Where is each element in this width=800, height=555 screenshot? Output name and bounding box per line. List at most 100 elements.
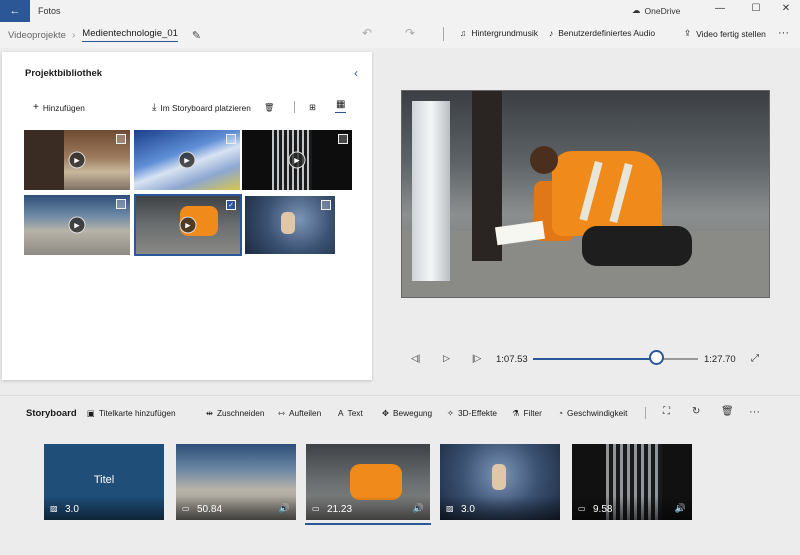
split-icon: ⇿	[278, 408, 285, 418]
custom-audio-button[interactable]: ♪ Benutzerdefiniertes Audio	[549, 28, 655, 38]
plus-icon: +	[33, 102, 39, 113]
3d-effects-label: 3D-Effekte	[457, 408, 497, 418]
select-checkbox[interactable]	[338, 134, 348, 144]
large-grid-view-icon[interactable]: ⊞	[309, 102, 316, 112]
library-thumbnail-selected[interactable]: ▶ ✓	[134, 194, 242, 256]
close-button[interactable]: ✕	[776, 3, 796, 14]
storyboard-more-button[interactable]: ···	[749, 406, 760, 418]
finish-video-label: Video fertig stellen	[696, 28, 766, 39]
preview-worker-vest	[552, 151, 662, 236]
title-card-text: Titel	[93, 474, 115, 486]
select-checkbox[interactable]	[226, 134, 236, 144]
undo-icon[interactable]: ↶	[362, 26, 372, 40]
preview-worker-head	[530, 146, 558, 174]
project-name[interactable]: Medientechnologie_01	[82, 28, 178, 42]
title-card-icon: ▣	[87, 408, 95, 418]
motion-icon: ✥	[382, 408, 389, 418]
selected-clip-indicator	[305, 523, 431, 525]
library-thumbnail[interactable]	[245, 196, 335, 254]
image-icon: ▨	[446, 504, 454, 513]
custom-audio-label: Benutzerdefiniertes Audio	[558, 28, 656, 38]
select-checkbox[interactable]	[321, 200, 331, 210]
delete-trash-icon[interactable]: 🗑	[264, 102, 275, 113]
fullscreen-expand-icon[interactable]: ⤢	[751, 353, 759, 364]
cloud-icon: ☁	[632, 5, 641, 15]
3d-effects-button[interactable]: ✧ 3D-Effekte	[447, 408, 497, 418]
split-button[interactable]: ⇿ Aufteilen	[278, 408, 321, 418]
3d-effects-icon: ✧	[447, 408, 454, 418]
speaker-icon[interactable]: 🔊	[413, 503, 424, 514]
library-thumbnail[interactable]: ▶	[134, 130, 240, 190]
library-divider	[294, 101, 295, 113]
previous-frame-icon[interactable]: ◁|	[411, 353, 420, 364]
place-in-storyboard-button[interactable]: ⤓ Im Storyboard platzieren	[152, 102, 251, 113]
video-preview[interactable]	[401, 90, 770, 298]
select-checkbox[interactable]	[116, 134, 126, 144]
more-options-button[interactable]: ···	[778, 27, 789, 39]
music-note-icon: ♫	[460, 28, 467, 38]
clip-duration: 21.23	[327, 504, 353, 515]
add-title-card-button[interactable]: ▣ Titelkarte hinzufügen	[87, 408, 176, 418]
back-button[interactable]: ←	[0, 0, 30, 22]
trim-icon: ⇹	[206, 408, 213, 418]
export-icon: ⇪	[684, 28, 692, 38]
small-grid-view-icon[interactable]: ▦	[335, 99, 347, 113]
speaker-icon[interactable]: 🔊	[675, 503, 686, 514]
library-thumbnail[interactable]: ▶	[242, 130, 352, 190]
thumb-scene-shape	[24, 130, 64, 190]
select-checkbox-checked[interactable]: ✓	[226, 200, 236, 210]
trim-label: Zuschneiden	[216, 408, 265, 418]
current-time: 1:07.53	[496, 354, 528, 365]
speed-label: Geschwindigkeit	[567, 408, 628, 418]
trim-button[interactable]: ⇹ Zuschneiden	[206, 408, 264, 418]
add-media-label: Hinzufügen	[42, 102, 85, 113]
seek-slider-handle[interactable]	[648, 350, 664, 365]
speed-button[interactable]: ◔ Geschwindigkeit	[558, 408, 627, 418]
minimize-button[interactable]: —	[710, 3, 730, 14]
add-media-button[interactable]: + Hinzufügen	[33, 102, 85, 113]
place-in-storyboard-label: Im Storyboard platzieren	[160, 102, 251, 113]
storyboard-clip-image[interactable]: ▨ 3.0	[440, 444, 560, 520]
clip-scene-shape	[350, 464, 402, 500]
play-icon: ▶	[68, 216, 86, 234]
seek-slider-track[interactable]	[533, 358, 698, 360]
finish-video-button[interactable]: ⇪ Video fertig stellen	[684, 28, 766, 39]
maximize-button[interactable]: ☐	[746, 3, 766, 14]
filters-label: Filter	[523, 408, 542, 418]
storyboard-clip-video-selected[interactable]: ▭ 21.23 🔊	[306, 444, 430, 520]
clip-duration: 9.58	[593, 504, 613, 515]
project-library-panel: Projektbibliothek ‹ + Hinzufügen ⤓ Im St…	[2, 52, 372, 380]
delete-trash-icon[interactable]: 🗑	[721, 406, 734, 417]
storyboard-clip-video[interactable]: ▭ 9.58 🔊	[572, 444, 692, 520]
library-thumbnail[interactable]: ▶	[24, 195, 130, 255]
play-icon[interactable]: ▷	[443, 353, 450, 364]
library-thumbnail[interactable]: ▶	[24, 130, 130, 190]
rename-pencil-icon[interactable]: ✎	[192, 29, 201, 42]
speaker-icon[interactable]: 🔊	[279, 503, 290, 514]
text-button[interactable]: A Text	[338, 408, 363, 418]
storyboard-clip-video[interactable]: ▭ 50.84 🔊	[176, 444, 296, 520]
preview-worker-pants	[582, 226, 692, 266]
clip-footer	[44, 496, 164, 520]
rotate-icon[interactable]: ↻	[692, 406, 700, 417]
place-storyboard-icon: ⤓	[152, 102, 157, 113]
clip-scene-shape	[492, 464, 506, 490]
background-music-button[interactable]: ♫ Hintergrundmusik	[460, 28, 538, 38]
speedometer-icon: ◔	[558, 408, 564, 418]
play-icon: ▶	[179, 216, 197, 234]
add-title-card-label: Titelkarte hinzufügen	[98, 408, 176, 418]
storyboard-title: Storyboard	[26, 408, 77, 419]
select-checkbox[interactable]	[116, 199, 126, 209]
onedrive-label: OneDrive	[644, 5, 681, 16]
text-icon: A	[338, 408, 344, 418]
crop-resize-icon[interactable]: ⛶	[663, 406, 670, 417]
onedrive-status[interactable]: ☁ OneDrive	[632, 5, 680, 16]
redo-icon[interactable]: ↷	[405, 26, 415, 40]
breadcrumb-root[interactable]: Videoprojekte	[8, 30, 66, 41]
collapse-chevron-icon[interactable]: ‹	[354, 66, 358, 80]
filters-button[interactable]: ⚗ Filter	[512, 408, 542, 418]
next-frame-icon[interactable]: |▷	[472, 353, 481, 364]
motion-label: Bewegung	[392, 408, 433, 418]
storyboard-clip-title-card[interactable]: Titel ▨ 3.0	[44, 444, 164, 520]
motion-button[interactable]: ✥ Bewegung	[382, 408, 432, 418]
